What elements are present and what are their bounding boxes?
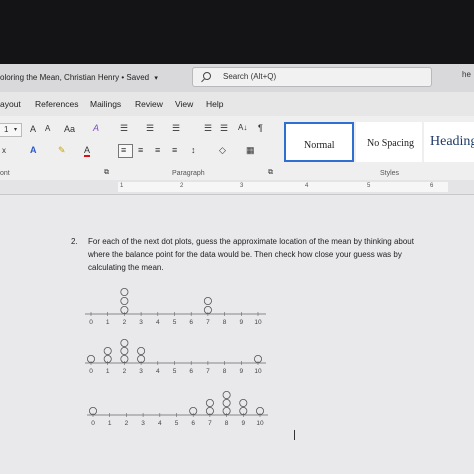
data-dot — [222, 390, 231, 399]
tick-label: 10 — [254, 319, 262, 326]
tick-label: 7 — [206, 368, 210, 375]
dot-plots: 0 1 2 3 4 5 6 7 8 9 10 0 1 2 3 4 5 6 7 8 9 10 0 1 2 3 4 5 6 7 8 9 10 — [85, 287, 268, 427]
data-dot — [222, 398, 231, 407]
data-dot — [205, 398, 214, 407]
tick-label: 5 — [175, 420, 179, 427]
tick-label: 4 — [156, 368, 160, 375]
data-dot — [239, 398, 248, 407]
tick-label: 2 — [123, 368, 127, 375]
tick-label: 8 — [223, 319, 227, 326]
tick-label: 5 — [173, 368, 177, 375]
tick-label: 0 — [89, 319, 93, 326]
data-dot — [120, 346, 129, 355]
dot-plot: 0 1 2 3 4 5 6 7 8 9 10 — [85, 338, 266, 375]
tick-label: 2 — [125, 420, 129, 427]
data-dot — [120, 296, 129, 305]
tick-label: 6 — [189, 319, 193, 326]
tick-label: 7 — [208, 420, 212, 427]
tick-label: 2 — [123, 319, 127, 326]
tick-label: 8 — [223, 368, 227, 375]
tick-label: 10 — [256, 420, 264, 427]
tick-label: 7 — [206, 319, 210, 326]
tick-label: 0 — [91, 420, 95, 427]
tick-label: 9 — [239, 368, 243, 375]
tick-label: 0 — [89, 368, 93, 375]
text-cursor — [294, 430, 295, 440]
data-dot — [120, 287, 129, 296]
data-dot — [203, 296, 212, 305]
tick-label: 5 — [173, 319, 177, 326]
tick-label: 8 — [225, 420, 229, 427]
tick-label: 1 — [108, 420, 112, 427]
tick-label: 3 — [139, 368, 143, 375]
tick-label: 1 — [106, 319, 110, 326]
data-dot — [103, 346, 112, 355]
tick-label: 1 — [106, 368, 110, 375]
dot-plot: 0 1 2 3 4 5 6 7 8 9 10 — [87, 390, 268, 427]
tick-label: 3 — [141, 420, 145, 427]
tick-label: 4 — [158, 420, 162, 427]
dot-plot: 0 1 2 3 4 5 6 7 8 9 10 — [85, 287, 266, 326]
tick-label: 3 — [139, 319, 143, 326]
tick-label: 4 — [156, 319, 160, 326]
tick-label: 9 — [241, 420, 245, 427]
tick-label: 9 — [239, 319, 243, 326]
tick-label: 10 — [254, 368, 262, 375]
data-dot — [120, 338, 129, 347]
tick-label: 6 — [189, 368, 193, 375]
data-dot — [137, 346, 146, 355]
tick-label: 6 — [191, 420, 195, 427]
